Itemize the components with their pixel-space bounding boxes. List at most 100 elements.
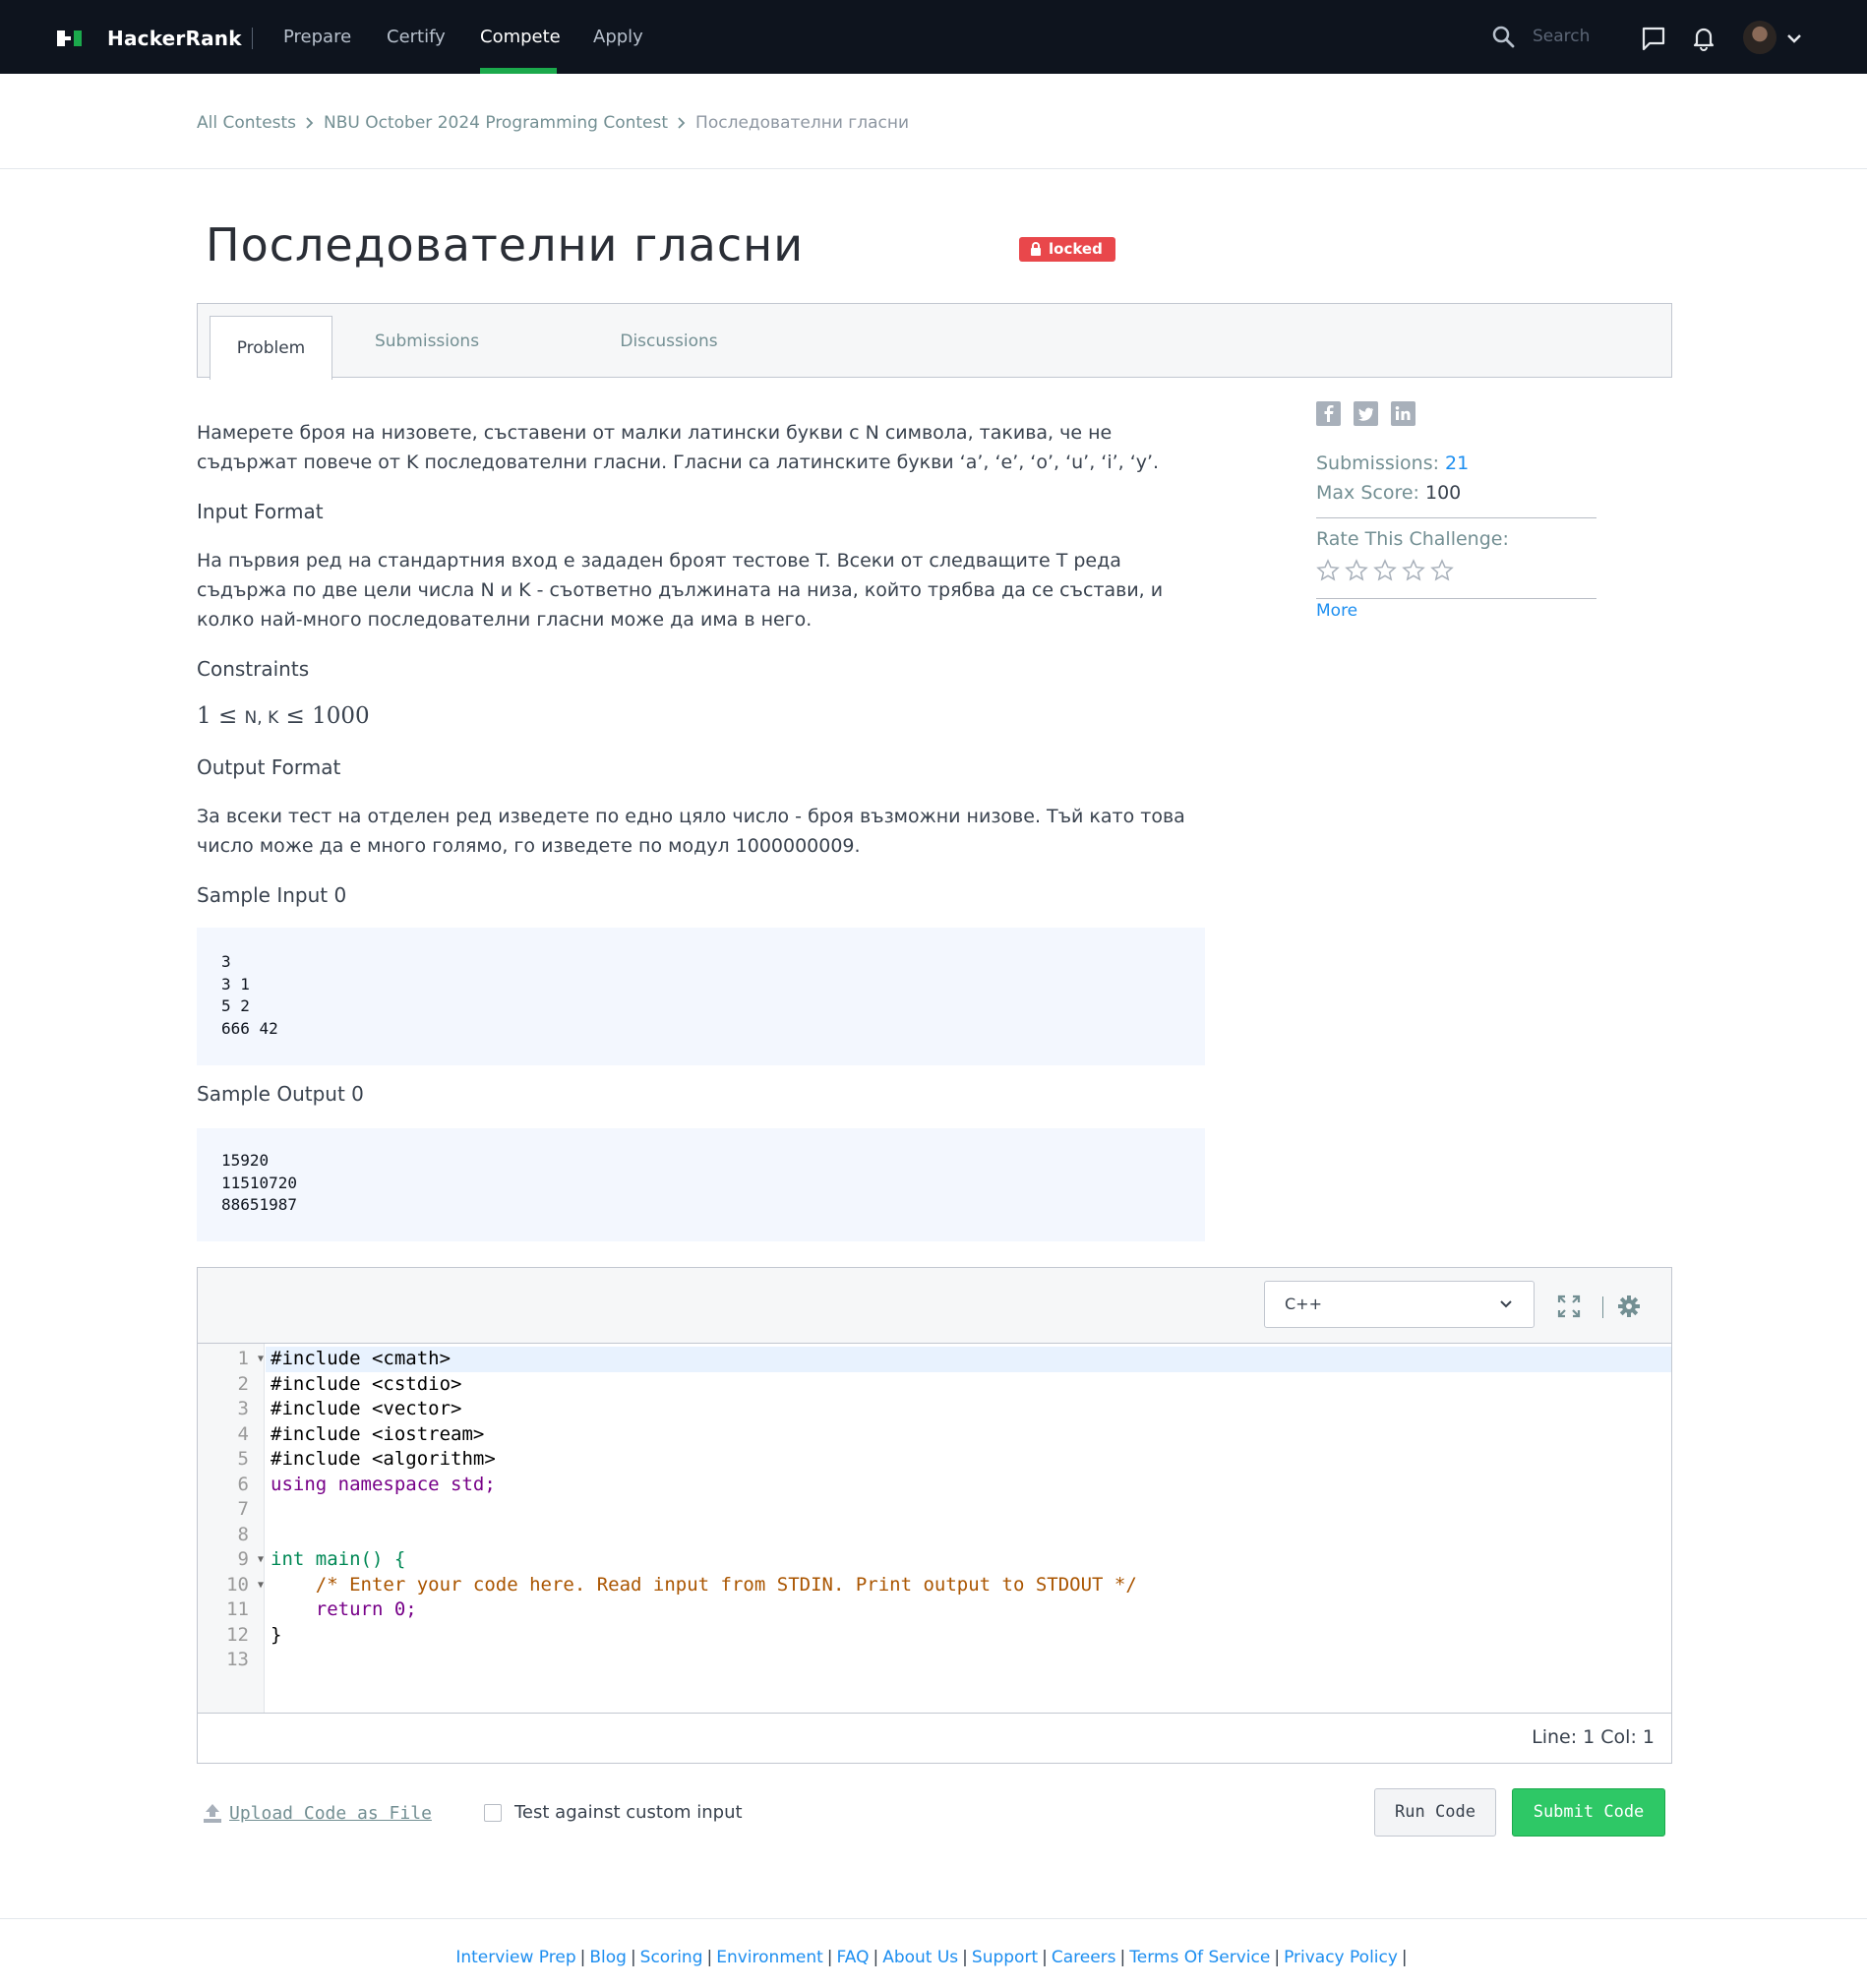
nav-link-prepare[interactable]: Prepare	[283, 27, 351, 47]
line-number: 4	[237, 1422, 249, 1445]
line-number: 6	[237, 1473, 249, 1495]
top-nav: HackerRank Prepare Certify Compete Apply	[0, 0, 1867, 74]
footer: Interview Prep | Blog | Scoring | Environment |…	[455, 1948, 1408, 1967]
line-number: 2	[237, 1372, 249, 1395]
footer-link-interview-prep[interactable]: Interview Prep	[455, 1948, 575, 1967]
locked-badge: locked	[1019, 237, 1115, 262]
linkedin-icon[interactable]	[1391, 401, 1415, 426]
footer-link-faq[interactable]: FAQ	[837, 1948, 870, 1967]
sample-input-block: 3 3 1 5 2 666 42	[197, 928, 1205, 1065]
footer-link-privacy[interactable]: Privacy Policy	[1284, 1948, 1398, 1967]
gear-icon	[1618, 1295, 1640, 1317]
twitter-icon[interactable]	[1354, 401, 1378, 426]
line-number: 7	[237, 1498, 249, 1520]
output-format-text: За всеки тест на отделен ред изведете по…	[197, 806, 1185, 857]
footer-link-terms[interactable]: Terms Of Service	[1129, 1948, 1270, 1967]
code-line: 1 ▼ #include <cmath>	[198, 1347, 1671, 1372]
brand-name: HackerRank	[107, 27, 242, 50]
input-format-text: На първия ред на стандартния вход е зада…	[197, 550, 1164, 631]
tab-discussions[interactable]: Discussions	[607, 304, 731, 378]
nav-link-apply[interactable]: Apply	[593, 27, 643, 47]
toolbar-divider	[1602, 1296, 1603, 1318]
run-code-button[interactable]: Run Code	[1374, 1788, 1496, 1837]
profile-menu-button[interactable]	[1786, 30, 1802, 48]
code-line: 3 #include <vector>	[198, 1397, 1671, 1422]
submissions-count-link[interactable]: 21	[1445, 452, 1469, 474]
tab-submissions[interactable]: Submissions	[360, 304, 494, 378]
chevron-down-icon	[1500, 1300, 1512, 1308]
fullscreen-button[interactable]	[1557, 1295, 1581, 1322]
locked-badge-label: locked	[1049, 240, 1103, 258]
sample-output-heading: Sample Output 0	[197, 1082, 364, 1106]
fold-icon[interactable]: ▼	[258, 1347, 264, 1372]
code-text: /* Enter your code here. Read input from…	[271, 1573, 1137, 1596]
upload-code-button[interactable]: Upload Code as File	[202, 1802, 432, 1824]
chevron-down-icon	[1787, 34, 1801, 43]
upload-icon	[204, 1804, 221, 1823]
sidebar-divider	[1316, 598, 1596, 599]
chat-icon	[1642, 27, 1665, 51]
editor-status-bar: Line: 1 Col: 1	[198, 1713, 1671, 1763]
code-editor: C++ 1 ▼ #include <cmath> 2 #include <cstd…	[197, 1267, 1672, 1764]
breadcrumb-all-contests[interactable]: All Contests	[197, 113, 296, 133]
input-format-heading: Input Format	[197, 500, 324, 523]
editor-toolbar: C++	[198, 1268, 1671, 1344]
sidebar-divider	[1316, 517, 1596, 518]
submit-code-button[interactable]: Submit Code	[1512, 1788, 1665, 1837]
code-text: int main() {	[271, 1548, 406, 1570]
constraints-formula: 1 ≤ N, K ≤ 1000	[197, 701, 370, 733]
footer-link-environment[interactable]: Environment	[716, 1948, 823, 1967]
nav-link-certify[interactable]: Certify	[387, 27, 446, 47]
code-text: #include <cmath>	[271, 1348, 452, 1369]
constraint-le: ≤	[217, 703, 238, 729]
sample-output-block: 15920 11510720 88651987	[197, 1128, 1205, 1241]
facebook-icon[interactable]	[1316, 401, 1341, 426]
tab-problem[interactable]: Problem	[210, 316, 332, 380]
line-number: 1	[237, 1348, 249, 1369]
line-number: 3	[237, 1398, 249, 1419]
fold-icon[interactable]: ▼	[258, 1547, 264, 1573]
nav-divider	[252, 28, 253, 49]
star-icon[interactable]	[1430, 559, 1454, 582]
expand-icon	[1557, 1295, 1581, 1318]
star-icon[interactable]	[1316, 559, 1340, 582]
star-icon[interactable]	[1345, 559, 1368, 582]
fold-icon[interactable]: ▼	[258, 1573, 264, 1598]
star-icon[interactable]	[1373, 559, 1397, 582]
breadcrumb-contest[interactable]: NBU October 2024 Programming Contest	[324, 113, 668, 133]
nav-link-compete[interactable]: Compete	[480, 27, 561, 47]
page-title: Последователни гласни	[206, 218, 805, 271]
messages-button[interactable]	[1641, 26, 1666, 55]
output-format-heading: Output Format	[197, 755, 341, 779]
upload-label: Upload Code as File	[229, 1802, 432, 1824]
more-link[interactable]: More	[1316, 601, 1357, 621]
search-input[interactable]	[1533, 27, 1631, 46]
star-icon[interactable]	[1402, 559, 1425, 582]
submissions-stat: Submissions: 21	[1316, 452, 1469, 474]
code-line: 13	[198, 1648, 1671, 1673]
challenge-tabs: Problem Submissions Discussions	[197, 303, 1672, 380]
notifications-button[interactable]	[1692, 26, 1716, 55]
footer-divider	[0, 1918, 1867, 1919]
settings-button[interactable]	[1617, 1295, 1641, 1322]
code-area[interactable]: 1 ▼ #include <cmath> 2 #include <cstdio> …	[198, 1344, 1671, 1713]
footer-link-blog[interactable]: Blog	[589, 1948, 627, 1967]
avatar[interactable]	[1743, 21, 1777, 54]
line-number: 11	[226, 1598, 249, 1620]
line-number: 5	[237, 1448, 249, 1470]
custom-input-toggle[interactable]: Test against custom input	[484, 1802, 743, 1823]
line-number: 10	[226, 1573, 249, 1596]
hackerrank-logo[interactable]: HackerRank	[57, 27, 242, 50]
code-line: 6 using namespace std;	[198, 1473, 1671, 1498]
breadcrumb: All Contests NBU October 2024 Programmin…	[197, 113, 909, 133]
footer-link-careers[interactable]: Careers	[1052, 1948, 1116, 1967]
footer-link-about-us[interactable]: About Us	[882, 1948, 958, 1967]
nav-search[interactable]	[1491, 25, 1631, 48]
custom-input-checkbox[interactable]	[484, 1803, 502, 1822]
footer-link-support[interactable]: Support	[972, 1948, 1038, 1967]
chevron-right-icon	[306, 117, 314, 129]
language-select[interactable]: C++	[1264, 1281, 1535, 1328]
lock-icon	[1031, 242, 1041, 256]
code-line: 5 #include <algorithm>	[198, 1447, 1671, 1473]
footer-link-scoring[interactable]: Scoring	[640, 1948, 703, 1967]
